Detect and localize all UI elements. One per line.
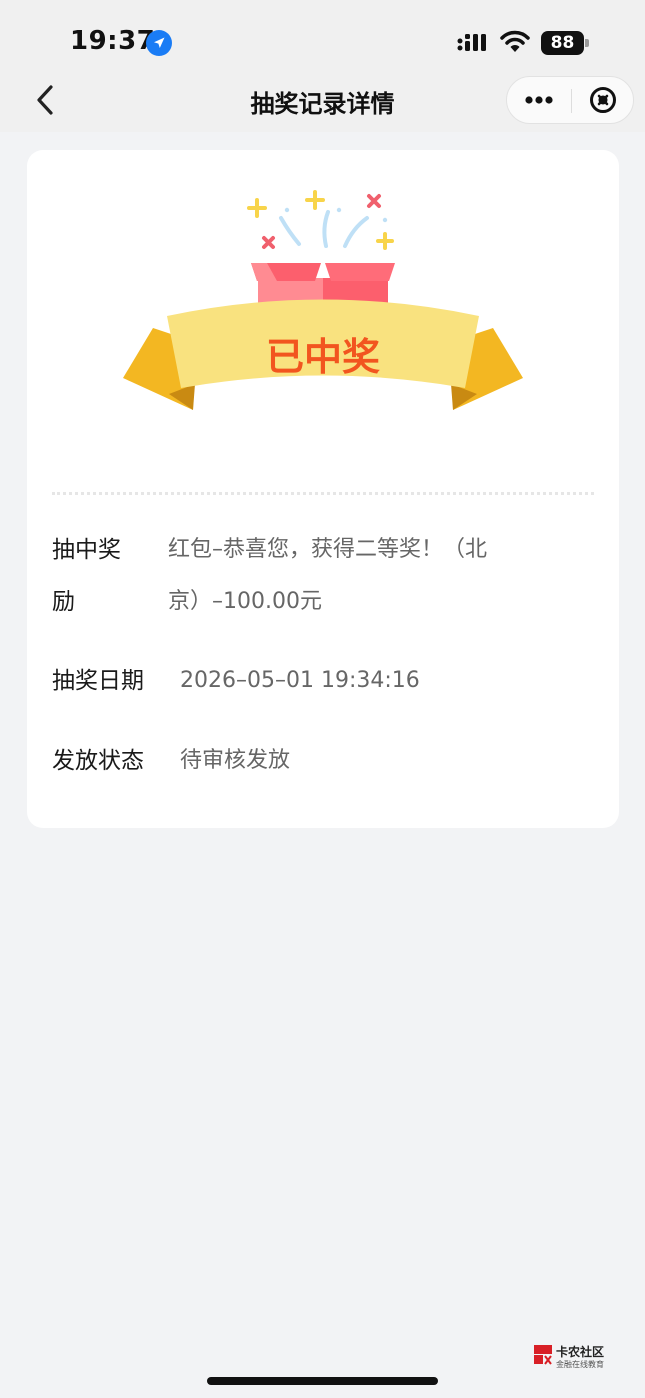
result-banner-text: 已中奖 (266, 335, 380, 379)
ribbon-banner: 已中奖 (123, 299, 523, 410)
mini-program-capsule (506, 76, 634, 124)
status-time: 19:37 (70, 26, 156, 56)
kanong-logo-icon (534, 1345, 552, 1365)
more-dots-icon (525, 96, 553, 104)
watermark-title: 卡农社区 (556, 1345, 605, 1359)
home-indicator[interactable] (207, 1377, 438, 1385)
prize-label: 抽中奖 (52, 537, 121, 563)
close-circle-icon (590, 87, 616, 113)
prize-won-illustration: 已中奖 (123, 190, 523, 410)
section-divider (52, 492, 594, 495)
battery-level: 88 (541, 31, 584, 55)
prize-value-wrap: 京）–100.00元 (168, 589, 322, 614)
lottery-record-card: 已中奖 抽中奖 励 红包–恭喜您，获得二等奖！（北 京）–100.00元 抽奖日… (27, 150, 619, 828)
prize-label-wrap: 励 (52, 589, 75, 615)
wifi-icon (500, 30, 530, 54)
battery-icon: 88 (541, 31, 589, 55)
close-button[interactable] (572, 77, 634, 123)
location-arrow-icon (146, 30, 172, 56)
watermark: 卡农社区 金融在线教育 (532, 1343, 612, 1373)
status-bar: 19:37 88 (0, 0, 645, 70)
watermark-subtitle: 金融在线教育 (556, 1360, 604, 1369)
battery-cap (585, 39, 589, 47)
more-button[interactable] (507, 77, 571, 123)
delivery-status-label: 发放状态 (52, 748, 144, 774)
confetti-decoration (247, 190, 394, 250)
draw-date-label: 抽奖日期 (52, 668, 144, 694)
delivery-status-value: 待审核发放 (180, 748, 291, 773)
prize-value: 红包–恭喜您，获得二等奖！（北 (168, 537, 488, 562)
cellular-signal-icon (457, 33, 491, 53)
nav-bar: 抽奖记录详情 (0, 70, 645, 132)
draw-date-value: 2026–05–01 19:34:16 (180, 668, 420, 693)
